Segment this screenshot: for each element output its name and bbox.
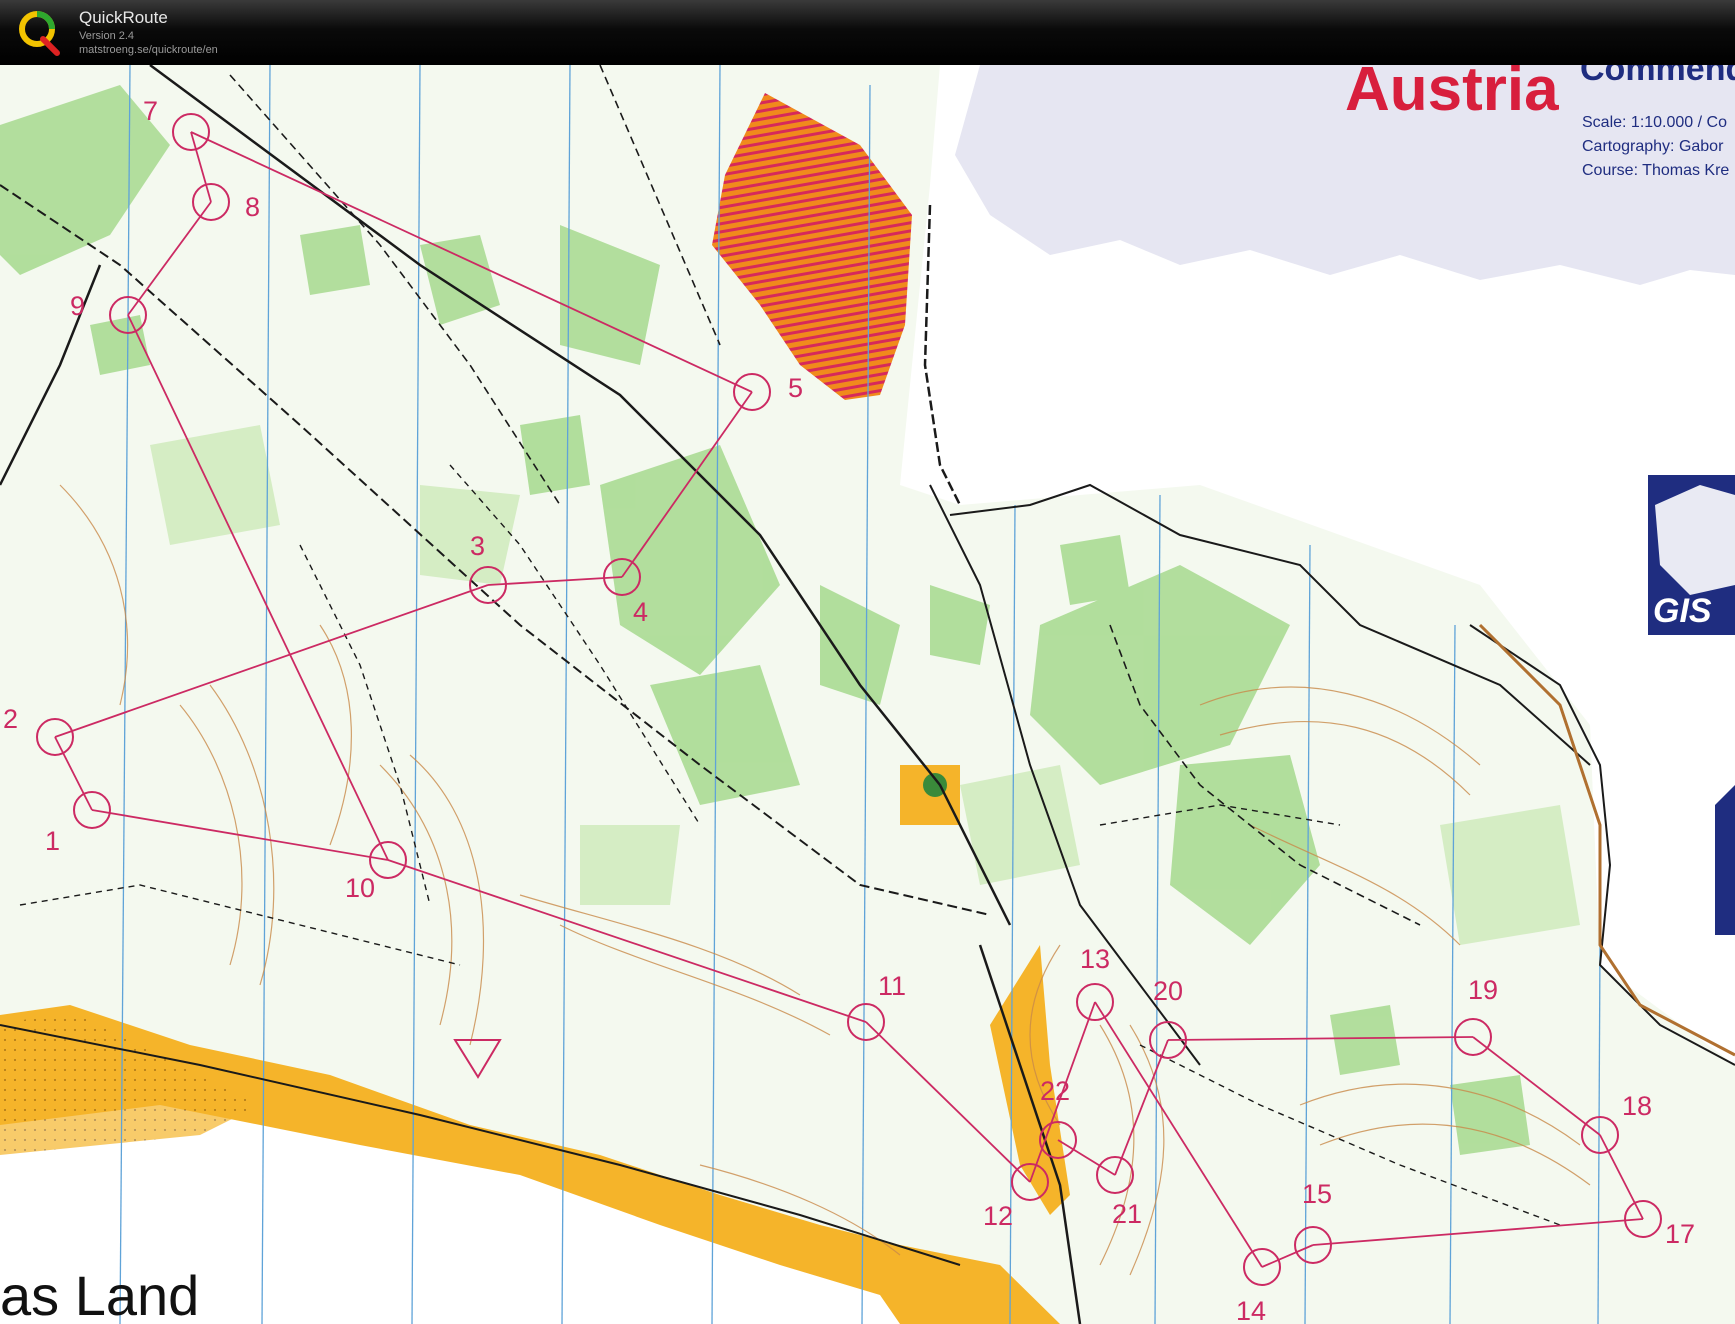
control-label: 22 (1040, 1076, 1070, 1106)
control-label: 20 (1153, 976, 1183, 1006)
control-label: 12 (983, 1201, 1013, 1231)
control-label: 8 (245, 192, 260, 222)
control-label: 7 (143, 96, 158, 126)
control-label: 18 (1622, 1091, 1652, 1121)
control-label: 21 (1112, 1199, 1142, 1229)
control-label: 3 (470, 531, 485, 561)
orienteering-map[interactable]: 1 2 3 4 5 7 8 9 10 11 12 13 14 15 17 18 19 20 21 22 Austria… (0, 65, 1735, 1324)
control-label: 1 (45, 826, 60, 856)
title-bar: QuickRoute Version 2.4 matstroeng.se/qui… (0, 0, 1735, 65)
map-footer-text: as Land (0, 1264, 199, 1324)
control-label: 4 (633, 597, 648, 627)
svg-text:GIS: GIS (1653, 592, 1712, 630)
scale-text: Scale: 1:10.000 / Co (1582, 114, 1727, 131)
control-label: 14 (1236, 1296, 1266, 1324)
control-label: 15 (1302, 1179, 1332, 1209)
map-canvas[interactable]: 12345789101112131415171819202122 Austria… (0, 65, 1735, 1324)
app-name: QuickRoute (79, 8, 168, 27)
sponsor-logo-fragment (1715, 785, 1735, 935)
control-label: 19 (1468, 975, 1498, 1005)
map-title: Austria (1345, 65, 1559, 124)
control-label: 13 (1080, 944, 1110, 974)
commendation-text: Commende (1580, 65, 1735, 88)
app-version: Version 2.4 (79, 30, 135, 42)
control-label: 11 (878, 971, 906, 1001)
app-url: matstroeng.se/quickroute/en (79, 44, 218, 56)
quickroute-logo-icon (19, 11, 60, 56)
control-label: 9 (70, 291, 85, 321)
control-label: 5 (788, 373, 803, 403)
control-label: 17 (1665, 1219, 1695, 1249)
cartography-text: Cartography: Gabor (1582, 138, 1724, 155)
control-label: 10 (345, 873, 375, 903)
control-label: 2 (3, 704, 18, 734)
course-text: Course: Thomas Kre (1582, 162, 1729, 179)
gis-logo: GIS (1648, 475, 1735, 635)
